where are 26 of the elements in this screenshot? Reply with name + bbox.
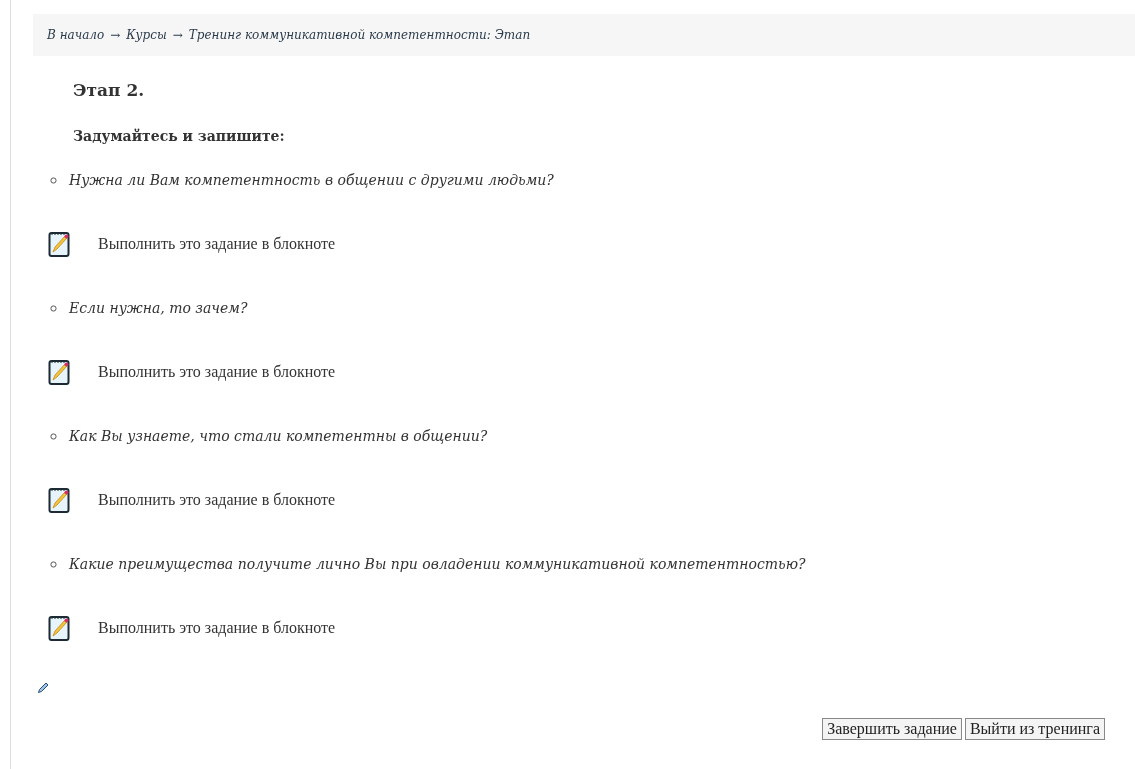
notepad-pencil-icon[interactable] [48, 486, 70, 514]
breadcrumb-link[interactable]: В начало [47, 28, 105, 42]
bullet-icon [50, 304, 57, 312]
form-button[interactable]: Выйти из тренинга [964, 718, 1105, 740]
form-button[interactable]: Завершить задание [822, 718, 962, 740]
instruction-text: Задумайтесь и запишите: [73, 128, 286, 146]
question-text: Как Вы узнаете, что стали компетентны в общении? [69, 428, 488, 444]
bullet-icon [50, 560, 57, 568]
bullet-icon [50, 432, 57, 440]
notepad-pencil-icon[interactable] [48, 230, 70, 258]
stage-heading: Этап 2. [73, 80, 146, 100]
notebook-link[interactable]: Выполнить это задание в блокноте [98, 491, 336, 509]
question-text: Если нужна, то зачем? [69, 300, 248, 316]
notebook-link[interactable]: Выполнить это задание в блокноте [98, 235, 336, 253]
notebook-link[interactable]: Выполнить это задание в блокноте [98, 619, 336, 637]
question-text: Какие преимущества получите лично Вы при овладении коммуникативной компетентностью? [69, 556, 806, 572]
breadcrumb-separator: → [110, 28, 121, 42]
breadcrumb-link[interactable]: Курсы [126, 28, 167, 42]
bullet-icon [50, 176, 57, 184]
pencil-icon[interactable] [37, 682, 49, 694]
notepad-pencil-icon[interactable] [48, 614, 70, 642]
notepad-pencil-icon[interactable] [48, 358, 70, 386]
breadcrumb-link[interactable]: Тренинг коммуникативной компетентности: Этап [188, 28, 531, 42]
question-text: Нужна ли Вам компетентность в общении с другими людьми? [69, 172, 554, 188]
notebook-link[interactable]: Выполнить это задание в блокноте [98, 363, 336, 381]
breadcrumb-separator: → [172, 28, 183, 42]
